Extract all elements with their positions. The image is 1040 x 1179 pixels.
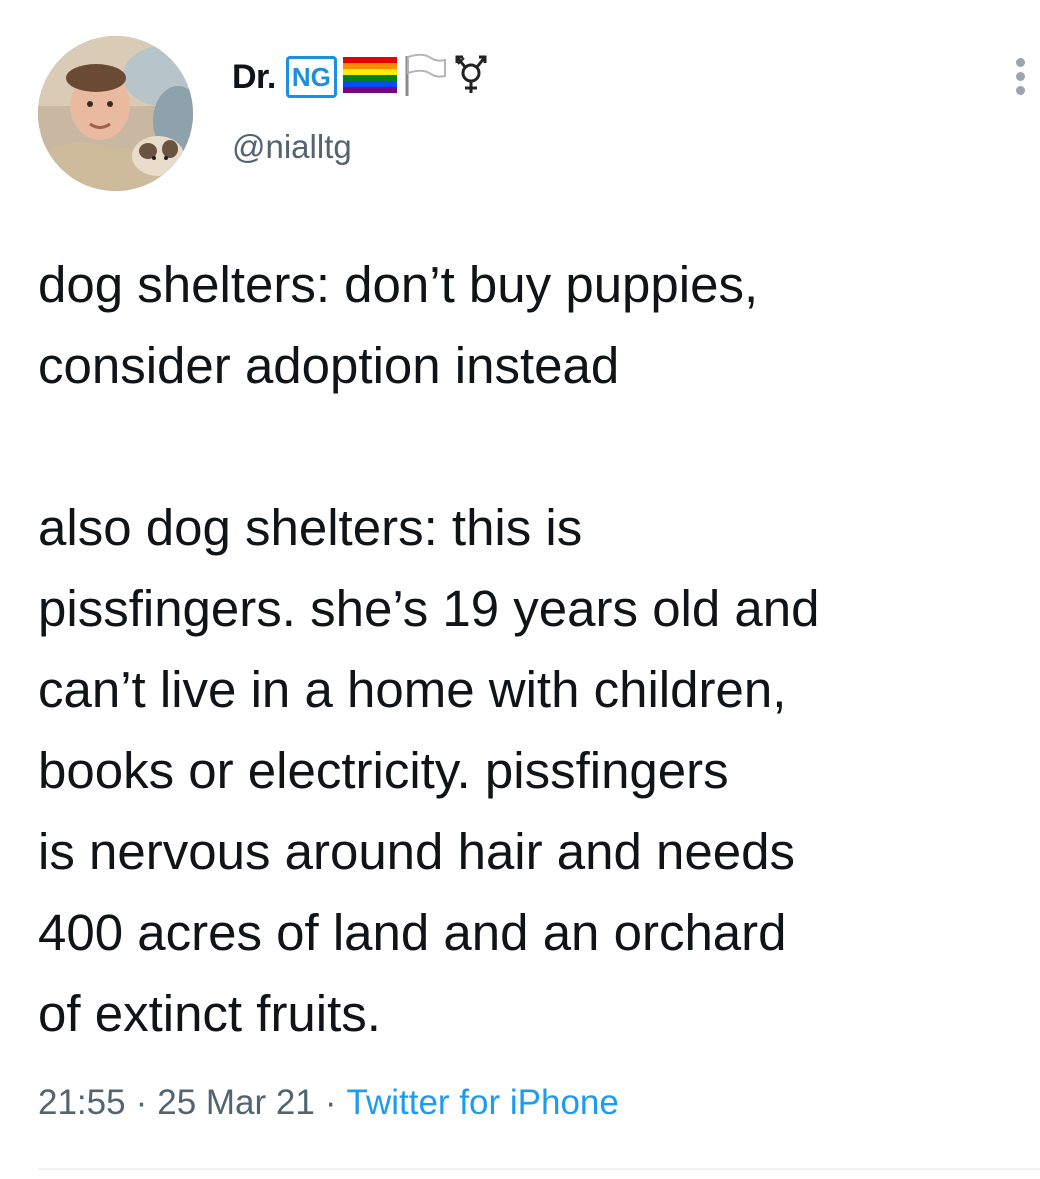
tweet-text: dog shelters: don’t buy puppies, conside… <box>38 244 1033 1054</box>
meta-separator: · <box>324 1083 337 1122</box>
divider <box>38 1168 1040 1170</box>
avatar[interactable] <box>38 36 193 191</box>
rainbow-flag-icon <box>342 56 397 98</box>
transgender-symbol-icon <box>453 53 489 102</box>
tweet: Dr. NG @nialltg dog shelters: don’t buy … <box>0 0 1040 1179</box>
tweet-date[interactable]: 25 Mar 21 <box>157 1083 315 1122</box>
white-flag-icon <box>403 52 447 103</box>
more-options-icon[interactable] <box>1004 58 1036 102</box>
avatar-photo <box>38 36 193 191</box>
tweet-time[interactable]: 21:55 <box>38 1083 126 1122</box>
tweet-meta: 21:55 · 25 Mar 21 · Twitter for iPhone <box>38 1083 619 1123</box>
author-name-row[interactable]: Dr. NG <box>232 52 489 102</box>
author-handle[interactable]: @nialltg <box>232 128 352 166</box>
tweet-paragraph: also dog shelters: this is pissfingers. … <box>38 499 820 1042</box>
tweet-source-link[interactable]: Twitter for iPhone <box>347 1083 619 1122</box>
display-name[interactable]: Dr. <box>232 58 276 97</box>
ng-badge: NG <box>285 56 337 98</box>
meta-separator: · <box>135 1083 148 1122</box>
tweet-paragraph: dog shelters: don’t buy puppies, conside… <box>38 256 759 394</box>
